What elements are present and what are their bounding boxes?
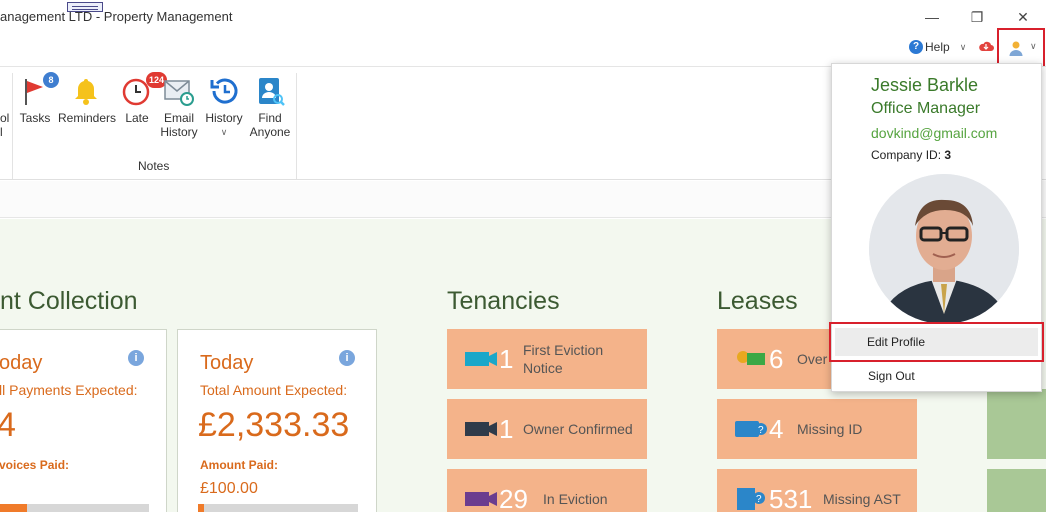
tenancy-status-icon <box>465 492 497 506</box>
user-name: Jessie Barkle <box>871 75 979 95</box>
ribbon-separator <box>12 73 13 179</box>
ribbon-separator <box>296 73 297 179</box>
tile-count: 29 <box>499 483 528 512</box>
chevron-down-icon: ∨ <box>1030 41 1037 51</box>
ribbon-tasks-button[interactable]: 8 Tasks <box>18 72 59 125</box>
top-toolbar: ? Help ∨ <box>0 34 1046 66</box>
lease-tile-missing-ast[interactable]: ? 531 Missing AST <box>717 469 917 512</box>
tenancy-tile-first-eviction[interactable]: 1 First Eviction Notice <box>447 329 647 389</box>
id-card-icon: ? <box>735 421 767 437</box>
tasks-badge: 8 <box>43 72 59 88</box>
ribbon-item-label: Tasks <box>19 111 51 125</box>
cloud-sync-icon[interactable] <box>978 40 994 52</box>
ribbon-email-history-button[interactable]: Email History <box>158 75 200 139</box>
card-big-value: 4 <box>0 406 16 444</box>
tile-label: Missing AST <box>823 491 901 507</box>
chevron-down-icon[interactable]: ∨ <box>204 125 244 139</box>
ribbon-item-label: Reminders <box>58 111 117 125</box>
edit-profile-menu-item[interactable]: Edit Profile <box>835 328 1038 356</box>
window-title: anagement LTD - Property Management <box>0 9 233 24</box>
close-button[interactable]: ✕ <box>1008 6 1038 28</box>
user-role: Office Manager <box>871 100 981 117</box>
maximize-button[interactable]: ❐ <box>962 6 992 28</box>
card-heading: oday <box>0 352 43 374</box>
email-history-icon <box>164 80 194 106</box>
tile-label: First Eviction Notice <box>523 342 604 376</box>
ribbon-item-label: History <box>205 111 243 125</box>
ribbon-item-label: Late <box>125 111 149 125</box>
tile-label: Over <box>797 351 828 367</box>
card-progress-bar <box>0 504 149 512</box>
tenancy-tile-owner-confirmed[interactable]: 1 Owner Confirmed <box>447 399 647 459</box>
card-paid-value: £100.00 <box>200 480 258 497</box>
user-email: dovkind@gmail.com <box>871 125 998 141</box>
help-label: Help <box>925 40 950 54</box>
tile-label: In Eviction <box>543 491 608 507</box>
leases-title: Leases <box>717 287 798 315</box>
chevron-down-icon: ∨ <box>959 41 967 52</box>
partial-tile[interactable] <box>987 469 1046 512</box>
tenancy-status-icon <box>465 352 497 366</box>
tile-count: 6 <box>769 343 784 374</box>
ribbon-late-button[interactable]: 124 Late <box>121 72 167 125</box>
minimize-button[interactable]: — <box>917 6 947 28</box>
tile-label: Owner Confirmed <box>523 421 633 437</box>
card-paid-label: Amount Paid: <box>200 458 278 472</box>
tile-count: 4 <box>769 413 784 444</box>
help-button[interactable]: ? Help ∨ <box>909 40 966 54</box>
history-icon <box>210 78 238 104</box>
card-big-value: £2,333.33 <box>198 406 350 444</box>
rent-card-amount[interactable]: Today i Total Amount Expected: £2,333.33… <box>177 329 377 512</box>
title-bar: anagement LTD - Property Management — ❐ … <box>0 0 1046 34</box>
edit-profile-highlight: Edit Profile <box>829 322 1044 362</box>
rent-collection-title: nt Collection <box>0 287 138 315</box>
tile-count: 1 <box>499 343 514 374</box>
bell-icon <box>75 79 97 105</box>
sign-out-menu-item[interactable]: Sign Out <box>868 369 915 383</box>
card-heading: Today <box>200 352 254 374</box>
rent-card-payments[interactable]: oday i ll Payments Expected: 4 voices Pa… <box>0 329 167 512</box>
info-icon[interactable]: i <box>128 350 144 366</box>
money-icon <box>737 351 765 365</box>
user-avatar-icon <box>1009 41 1023 56</box>
card-subtitle: Total Amount Expected: <box>200 382 348 398</box>
partial-tile[interactable] <box>987 389 1046 459</box>
tile-count: 531 <box>769 483 813 512</box>
ribbon-reminders-button[interactable]: Reminders <box>58 75 117 125</box>
card-progress-bar <box>198 504 358 512</box>
ribbon-item-label: Find Anyone <box>249 111 291 139</box>
card-subtitle: ll Payments Expected: <box>0 382 138 398</box>
ribbon-partial-item[interactable]: ol l <box>0 111 9 139</box>
find-person-icon <box>259 78 285 106</box>
tile-label: Missing ID <box>797 421 863 437</box>
lease-tile-missing-id[interactable]: ? 4 Missing ID <box>717 399 917 459</box>
svg-text:?: ? <box>756 494 762 505</box>
ribbon-item-label: Email History <box>160 111 198 139</box>
user-company-id: Company ID: 3 <box>871 148 952 162</box>
tenancies-title: Tenancies <box>447 287 560 315</box>
ribbon-group-notes-label: Notes <box>138 159 170 173</box>
ribbon-find-anyone-button[interactable]: Find Anyone <box>249 75 291 139</box>
card-paid-label: voices Paid: <box>0 458 70 472</box>
tile-count: 1 <box>499 413 514 444</box>
ribbon-history-button[interactable]: History ∨ <box>204 75 244 139</box>
svg-text:?: ? <box>758 425 764 436</box>
user-profile-photo <box>869 174 1019 324</box>
drag-grip-icon[interactable] <box>67 2 103 12</box>
user-menu-dropdown: Jessie Barkle Office Manager dovkind@gma… <box>829 63 1044 392</box>
help-icon: ? <box>909 40 923 54</box>
tenancy-tile-in-eviction[interactable]: 29 In Eviction <box>447 469 647 512</box>
document-icon: ? <box>737 488 765 510</box>
info-icon[interactable]: i <box>339 350 355 366</box>
tenancy-status-icon <box>465 422 497 436</box>
